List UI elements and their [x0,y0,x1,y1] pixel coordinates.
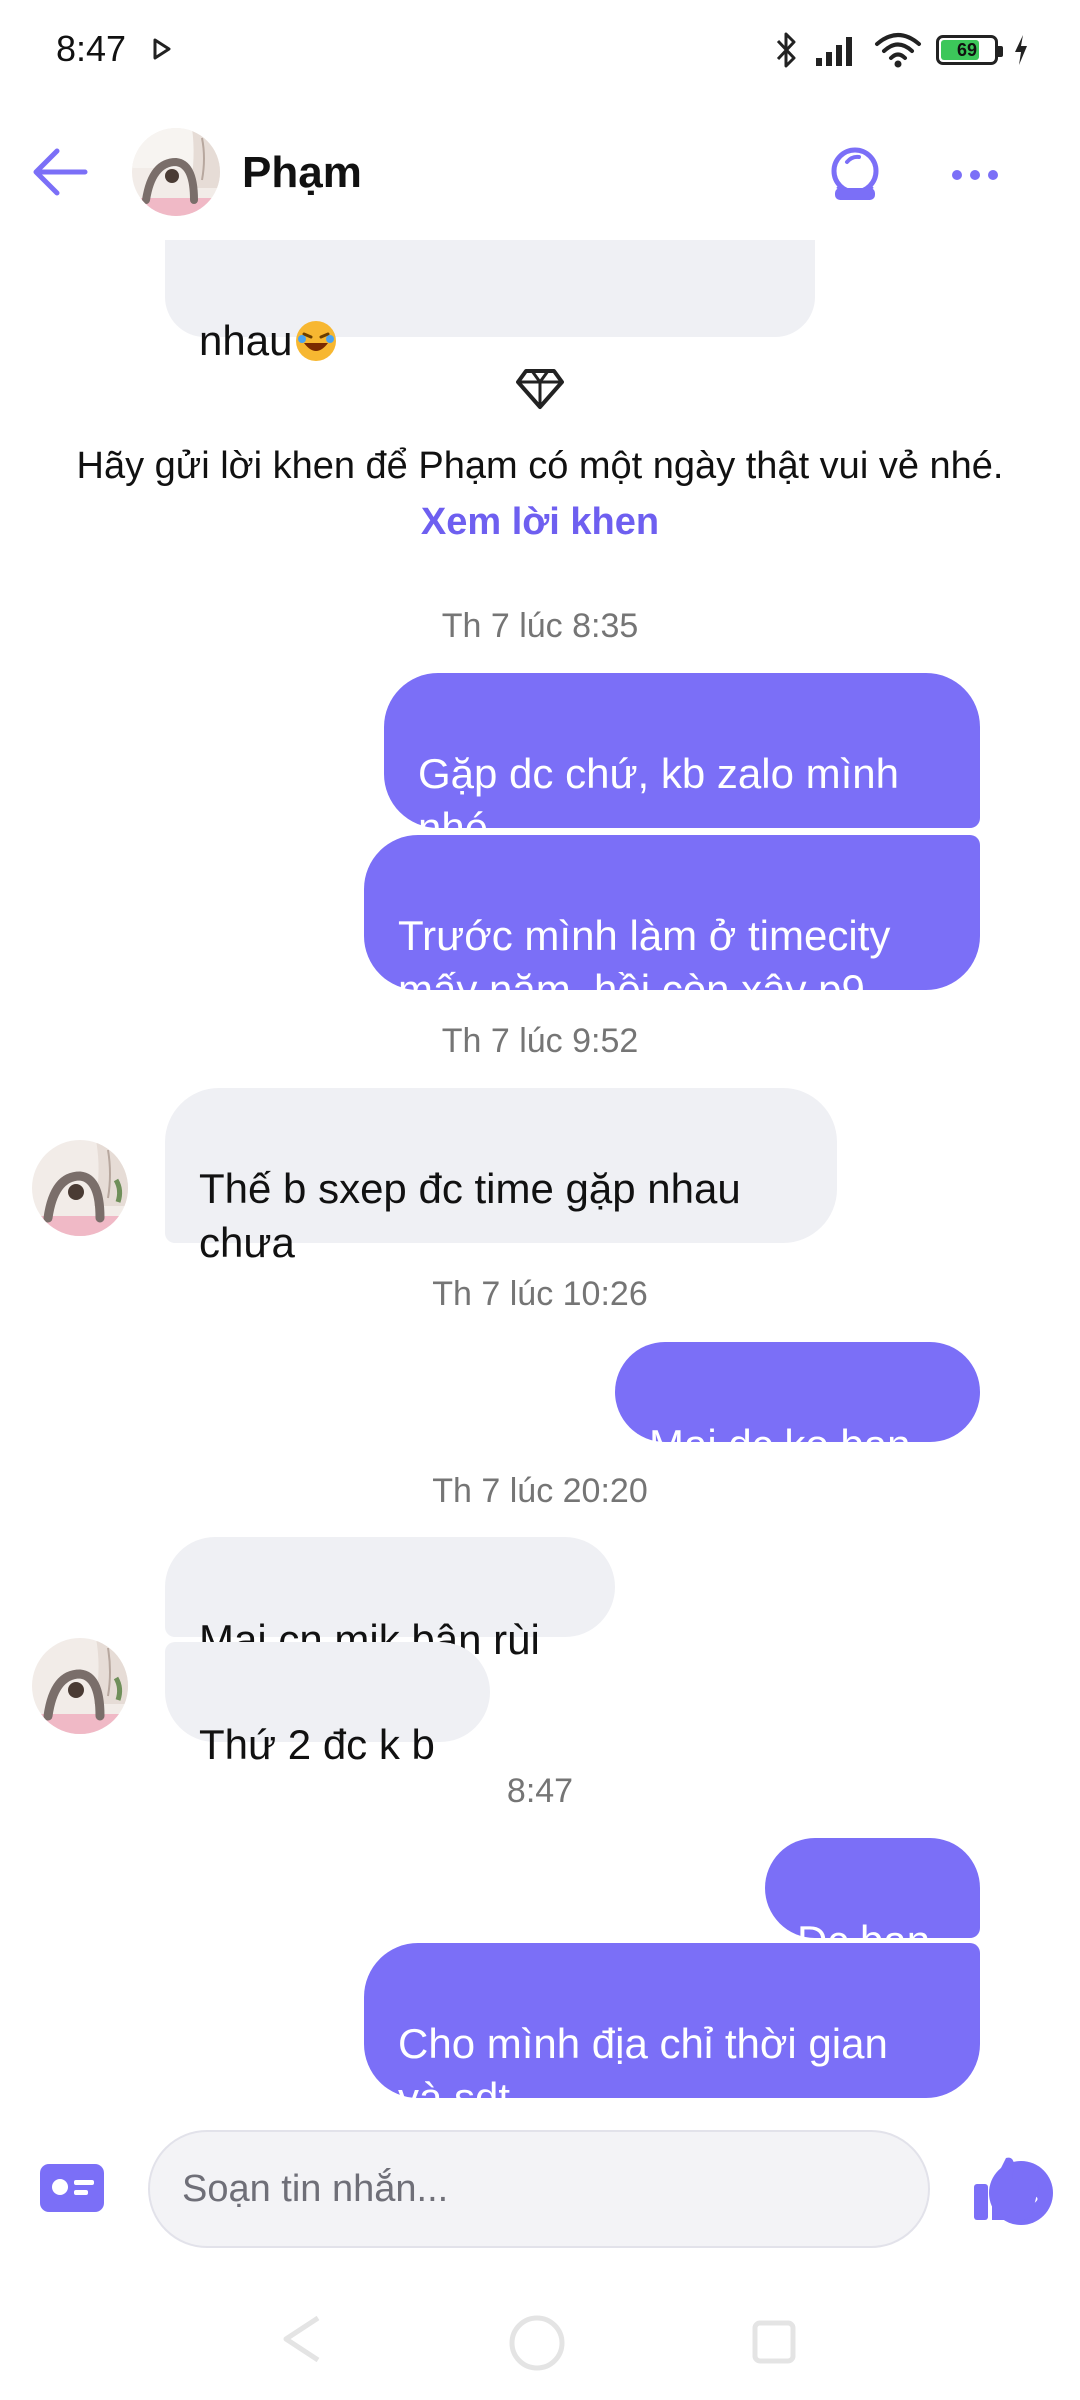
message-timestamp: Th 7 lúc 8:35 [441,607,639,645]
message-timestamp: Th 7 lúc 20:20 [432,1472,648,1510]
message-text: Thứ 2 đc k b [199,1721,435,1768]
message-text: Cho mình địa chỉ thời gian và sdt [398,2020,888,2120]
back-button[interactable] [28,140,92,204]
charging-icon [1015,35,1027,65]
diamond-icon [516,369,564,409]
back-arrow-icon [33,148,88,196]
battery-indicator: 69 [936,35,1003,65]
nav-back-icon[interactable] [280,2314,324,2364]
message-text: Mai dc ko bạn [649,1421,911,1468]
chat-header: Phạm [0,110,1080,240]
praise-prompt-text: Hãy gửi lời khen để Phạm có một ngày thậ… [76,445,1004,487]
message-timestamp: Th 7 lúc 10:26 [432,1275,648,1313]
outgoing-message-bubble[interactable]: Dc bạn [765,1838,980,1964]
incoming-message-bubble[interactable]: Thứ 2 đc k b [165,1642,490,1768]
more-options-button[interactable] [940,140,1010,210]
system-navigation-bar [0,2290,1080,2400]
signal-icon [816,37,852,66]
message-text: Thế b sxep đc time gặp nhau chưa [199,1165,741,1266]
status-time: 8:47 [56,28,127,69]
message-input-placeholder: Soạn tin nhắn... [182,2168,449,2210]
bluetooth-icon [776,32,796,68]
message-text: Trước mình làm ở timecity mấy năm, hồi c… [398,912,891,1013]
nav-recents-icon[interactable] [752,2320,796,2364]
outgoing-message-bubble[interactable]: Cho mình địa chỉ thời gian và sdt [364,1943,980,2120]
message-composer: Soạn tin nhắn... [0,2118,1080,2268]
thumbs-up-icon[interactable] [970,2152,1042,2224]
praise-prompt: Hãy gửi lời khen để Phạm có một ngày thậ… [60,438,1020,550]
video-call-icon [831,147,879,200]
battery-percent: 69 [956,39,978,60]
message-input[interactable]: Soạn tin nhắn... [148,2130,1053,2248]
outgoing-message-bubble[interactable]: Mai dc ko bạn [615,1342,980,1468]
incoming-message-bubble[interactable]: Thế b sxep đc time gặp nhau chưa [165,1088,837,1266]
play-notification-icon [153,38,171,60]
message-timestamp: 8:47 [506,1772,574,1810]
status-icons: 69 [774,24,1030,76]
outgoing-message-bubble[interactable]: Trước mình làm ở timecity mấy năm, hồi c… [364,835,980,1013]
more-options-icon [952,170,998,180]
incoming-message-bubble[interactable]: Mai cn mik bận rùi [165,1537,615,1663]
wifi-icon [875,33,921,68]
message-timestamp: Th 7 lúc 9:52 [441,1022,639,1060]
view-praise-link[interactable]: Xem lời khen [421,501,659,543]
laughing-emoji-icon [296,321,337,361]
contact-card-icon[interactable] [38,2160,106,2216]
contact-avatar-small[interactable] [32,1140,128,1236]
partial-message-bubble[interactable]: nhau [165,240,815,364]
messenger-screen: 8:47 69 Phạm nhau Hãy gửi lời khen để Ph… [0,0,1080,2400]
video-call-button[interactable] [820,140,890,210]
contact-avatar-small[interactable] [32,1638,128,1734]
contact-name[interactable]: Phạm [242,148,362,198]
outgoing-message-bubble[interactable]: Gặp dc chứ, kb zalo mình nhé, [384,673,980,851]
message-list[interactable]: nhau Hãy gửi lời khen để Phạm có một ngà… [0,240,1080,2120]
status-bar: 8:47 69 [0,0,1080,100]
nav-home-icon[interactable] [508,2314,566,2372]
partial-message-text: nhau [199,317,293,364]
contact-avatar[interactable] [132,128,220,216]
